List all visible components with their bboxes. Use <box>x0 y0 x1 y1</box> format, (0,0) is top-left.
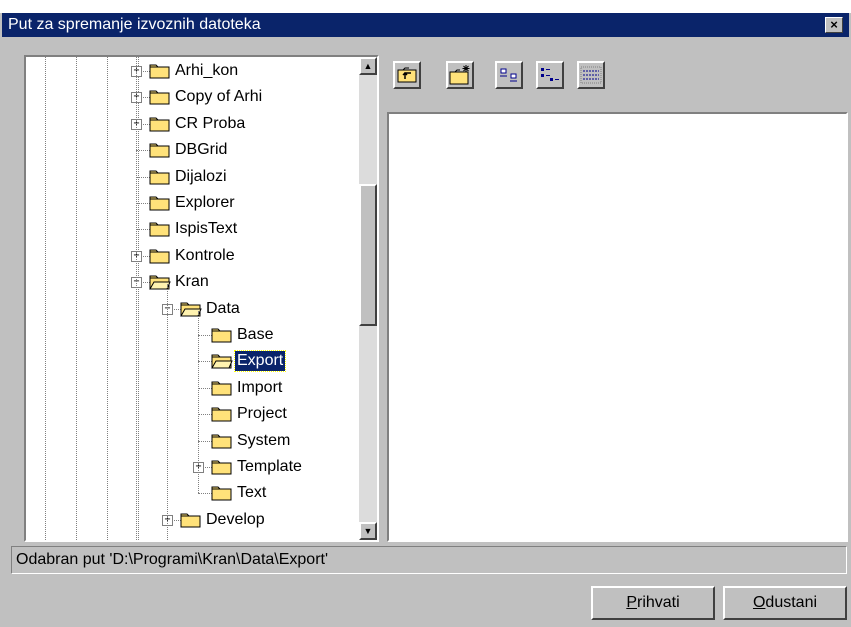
cancel-button[interactable]: Odustani <box>723 586 847 620</box>
folder-icon <box>180 513 201 528</box>
cancel-mnemonic: O <box>752 594 766 611</box>
folder-icon <box>211 328 232 343</box>
accept-button[interactable]: Prihvati <box>591 586 715 620</box>
tree-item-label[interactable]: Arhi_kon <box>173 61 240 81</box>
tree-item-label[interactable]: Explorer <box>173 193 237 213</box>
tree-connector-line <box>136 203 150 204</box>
tree-connector-line <box>136 176 150 178</box>
folder-open-icon <box>211 354 233 369</box>
scroll-thumb[interactable] <box>359 184 377 326</box>
accept-label: rihvati <box>636 594 680 611</box>
scroll-up-button[interactable]: ▲ <box>359 57 377 75</box>
new-folder-button[interactable] <box>446 61 474 89</box>
tree-item-label[interactable]: Export <box>233 350 287 373</box>
tree-item-label[interactable]: Base <box>235 325 275 345</box>
folder-icon <box>211 486 232 501</box>
cancel-label: dustani <box>765 594 818 611</box>
tree-guide-line <box>136 57 137 540</box>
tree-connector-line <box>136 229 150 231</box>
tree-connector-line <box>198 335 212 336</box>
tree-item-label[interactable]: IspisText <box>173 219 239 239</box>
large-icons-view-icon <box>500 68 517 82</box>
tree-item-label[interactable]: Template <box>235 457 304 477</box>
close-icon: × <box>830 17 838 32</box>
tree-item-import[interactable]: Import <box>26 377 359 399</box>
tree-item-label[interactable]: Dijalozi <box>173 167 229 187</box>
arrow-down-icon: ▼ <box>363 526 373 536</box>
tree-connector-line <box>198 361 212 363</box>
tree-item-label[interactable]: DBGrid <box>173 140 229 160</box>
tree-item-kontrole[interactable]: + Kontrole <box>26 245 359 267</box>
tree-item-develop[interactable]: + Develop <box>26 509 359 531</box>
tree-item-label[interactable]: Develop <box>204 510 267 530</box>
folder-icon <box>211 460 232 475</box>
folder-tree-content: + Arhi_kon + Copy of Arhi + CR Proba DBGrid Dij… <box>26 57 359 540</box>
folder-icon <box>211 381 232 396</box>
folder-icon <box>149 249 170 264</box>
tree-item-base[interactable]: Base <box>26 324 359 346</box>
up-one-level-icon <box>397 67 417 83</box>
folder-icon <box>149 170 170 185</box>
up-one-level-button[interactable] <box>393 61 421 89</box>
accept-mnemonic: P <box>626 594 637 611</box>
folder-icon <box>211 407 232 422</box>
selected-path-status: Odabran put 'D:\Programi\Kran\Data\Expor… <box>11 546 847 574</box>
tree-item-label[interactable]: Kran <box>173 272 211 292</box>
tree-connector-line <box>198 440 212 442</box>
tree-item-label[interactable]: Kontrole <box>173 246 237 266</box>
tree-item-label[interactable]: System <box>235 431 292 451</box>
tree-item-data[interactable]: − Data <box>26 298 359 320</box>
tree-item-template[interactable]: + Template <box>26 456 359 478</box>
folder-icon <box>149 222 170 237</box>
tree-vertical-scrollbar[interactable]: ▲ ▼ <box>359 57 377 540</box>
tree-item-label[interactable]: Import <box>235 378 284 398</box>
folder-icon <box>211 434 232 449</box>
tree-item-dijalozi[interactable]: Dijalozi <box>26 166 359 188</box>
tree-connector-line <box>198 414 212 416</box>
tree-item-explorer[interactable]: Explorer <box>26 192 359 214</box>
tree-item-label[interactable]: CR Proba <box>173 114 247 134</box>
tree-item-dbgrid[interactable]: DBGrid <box>26 139 359 161</box>
folder-icon <box>149 90 170 105</box>
folder-icon <box>149 64 170 79</box>
tree-item-system[interactable]: System <box>26 430 359 452</box>
folder-icon <box>149 196 170 211</box>
tree-item-cr-proba[interactable]: + CR Proba <box>26 113 359 135</box>
folder-icon <box>149 143 170 158</box>
folder-tree[interactable]: + Arhi_kon + Copy of Arhi + CR Proba DBGrid Dij… <box>24 55 379 542</box>
tree-item-label[interactable]: Copy of Arhi <box>173 87 264 107</box>
tree-connector-line <box>198 493 212 495</box>
close-button[interactable]: × <box>825 17 843 33</box>
scroll-down-button[interactable]: ▼ <box>359 522 377 540</box>
details-view-button[interactable] <box>577 61 605 89</box>
tree-item-kran[interactable]: − Kran <box>26 271 359 293</box>
folder-icon <box>149 117 170 132</box>
details-view-icon <box>580 66 602 84</box>
tree-guide-line <box>167 284 168 540</box>
tree-item-arhi-kon[interactable]: + Arhi_kon <box>26 60 359 82</box>
tree-item-label[interactable]: Project <box>235 404 289 424</box>
tree-item-ispistext[interactable]: IspisText <box>26 218 359 240</box>
list-view-icon <box>541 68 559 81</box>
tree-connector-line <box>198 387 212 389</box>
title-bar[interactable]: Put za spremanje izvoznih datoteka × <box>2 13 849 37</box>
tree-item-label[interactable]: Data <box>204 299 242 319</box>
tree-item-label[interactable]: Text <box>235 483 268 503</box>
tree-connector-line <box>136 150 150 152</box>
file-list-panel[interactable] <box>387 112 848 542</box>
tree-guide-line <box>198 310 199 494</box>
tree-item-text[interactable]: Text <box>26 482 359 504</box>
list-view-button[interactable] <box>536 61 564 89</box>
dialog-window: Put za spremanje izvoznih datoteka × + Ar… <box>0 0 851 627</box>
background-strip <box>0 0 851 13</box>
large-icons-view-button[interactable] <box>495 61 523 89</box>
new-folder-icon <box>449 65 470 85</box>
tree-item-export[interactable]: Export <box>26 350 359 373</box>
window-title: Put za spremanje izvoznih datoteka <box>8 16 261 33</box>
tree-item-copy-of-arhi[interactable]: + Copy of Arhi <box>26 86 359 108</box>
tree-item-project[interactable]: Project <box>26 403 359 425</box>
arrow-up-icon: ▲ <box>363 61 373 71</box>
